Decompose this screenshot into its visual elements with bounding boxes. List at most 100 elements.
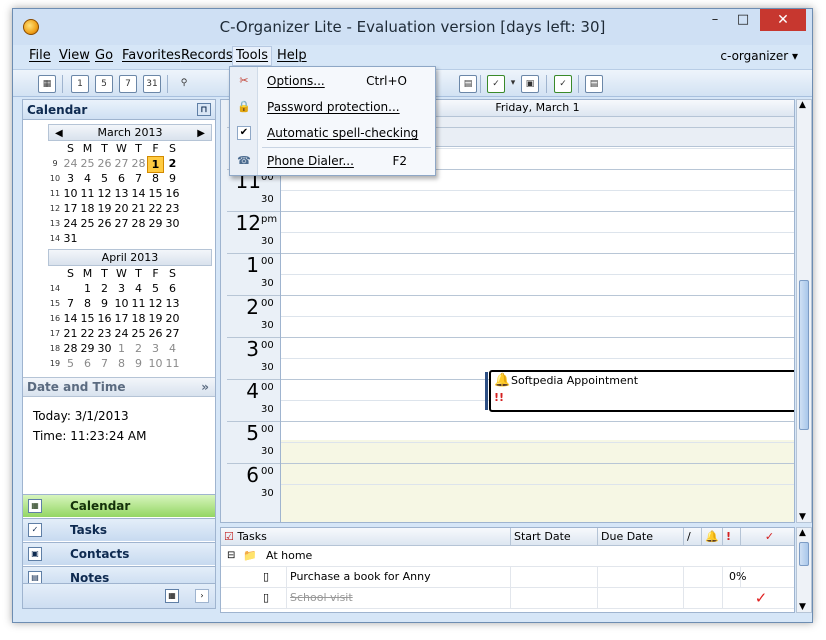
day-cell[interactable]: 13	[113, 186, 130, 201]
day-cell[interactable]: 10	[113, 296, 130, 311]
col-progress[interactable]: /	[684, 528, 702, 546]
task-completed-check-icon[interactable]: ✓	[723, 588, 794, 609]
col-start-date[interactable]: Start Date	[511, 528, 598, 546]
print-preview-icon[interactable]: ▤	[585, 75, 603, 93]
nav-calendar-button[interactable]: ▦ Calendar	[23, 494, 215, 517]
day-cell[interactable]: 29	[147, 216, 164, 231]
nav-contacts-button[interactable]: ▣ Contacts	[23, 542, 215, 565]
scroll-up-icon[interactable]: ▲	[799, 528, 806, 538]
day-cell[interactable]: 12	[147, 296, 164, 311]
month-view-icon[interactable]: 31	[143, 75, 161, 93]
table-row[interactable]: ▯ Purchase a book for Anny 0%	[221, 567, 794, 588]
menu-item-phone-dialer[interactable]: ☎ Phone Dialer... F2	[230, 149, 435, 173]
week-number[interactable]: 14	[48, 231, 62, 246]
day-cell[interactable]: 17	[62, 201, 79, 216]
day-cell[interactable]: 21	[62, 326, 79, 341]
day-cell[interactable]: 28	[62, 341, 79, 356]
pin-icon[interactable]: ⊓	[197, 103, 211, 116]
day-cell[interactable]: 2	[130, 341, 147, 356]
day-cell[interactable]: 27	[113, 216, 130, 231]
day-cell[interactable]: 19	[147, 311, 164, 326]
table-row[interactable]: ▯ School visit ✓	[221, 588, 794, 609]
day-cell[interactable]: 7	[96, 356, 113, 371]
new-task-icon[interactable]: ✓	[487, 75, 505, 93]
day-cell[interactable]: 30	[164, 216, 181, 231]
calendar-settings-icon[interactable]: ▦	[165, 589, 179, 603]
week-number[interactable]: 11	[48, 186, 62, 201]
day-cell[interactable]: 11	[79, 186, 96, 201]
time-slot[interactable]	[281, 253, 794, 274]
time-slot[interactable]	[281, 484, 794, 505]
day-cell[interactable]: 9	[130, 356, 147, 371]
day-cell[interactable]: 11	[130, 296, 147, 311]
menu-file[interactable]: File	[29, 48, 51, 63]
day-cell[interactable]: 26	[147, 326, 164, 341]
day-cell[interactable]: 13	[164, 296, 181, 311]
close-button[interactable]: ✕	[760, 9, 806, 31]
scroll-down-icon[interactable]: ▼	[799, 512, 806, 522]
time-slot[interactable]	[281, 421, 794, 442]
day-view-scrollbar[interactable]: ▲ ▼	[796, 99, 812, 523]
day-cell[interactable]: 16	[164, 186, 181, 201]
time-slot[interactable]	[281, 295, 794, 316]
calendar-view-icon[interactable]: ▦	[38, 75, 56, 93]
time-slot[interactable]	[281, 337, 794, 358]
menu-item-options[interactable]: ✂ Options... Ctrl+O	[230, 69, 435, 93]
col-tasks[interactable]: ☑ Tasks	[221, 528, 511, 546]
day-cell[interactable]: 12	[96, 186, 113, 201]
prev-month-arrow-icon[interactable]: ◀	[55, 126, 63, 141]
day-cell[interactable]: 14	[62, 311, 79, 326]
week-number[interactable]: 12	[48, 201, 62, 216]
scroll-down-icon[interactable]: ▼	[799, 602, 806, 612]
day-cell[interactable]: 6	[164, 281, 181, 296]
next-month-arrow-icon[interactable]: ▶	[197, 126, 205, 141]
task-group-row[interactable]: ⊟ 📁 At home	[221, 546, 794, 567]
week-number[interactable]: 15	[48, 296, 62, 311]
day-cell[interactable]: 8	[113, 356, 130, 371]
profile-selector[interactable]: c-organizer ▾	[720, 49, 798, 63]
menu-item-spell-checking[interactable]: ✔ Automatic spell-checking	[230, 121, 435, 145]
col-reminder[interactable]: 🔔	[702, 528, 723, 546]
day-cell[interactable]: 16	[96, 311, 113, 326]
chevron-right-icon[interactable]: ›	[195, 589, 209, 603]
day-cell[interactable]: 25	[79, 216, 96, 231]
day-cell[interactable]: 28	[130, 216, 147, 231]
time-slot[interactable]	[281, 442, 794, 463]
day-cell[interactable]: 3	[113, 281, 130, 296]
menu-favorites[interactable]: Favorites	[122, 48, 181, 63]
menu-tools[interactable]: Tools	[232, 46, 273, 66]
week-number[interactable]: 10	[48, 171, 62, 186]
new-note-icon[interactable]: ▤	[459, 75, 477, 93]
maximize-button[interactable]: □	[728, 9, 758, 31]
day-cell[interactable]: 10	[147, 356, 164, 371]
menu-records[interactable]: Records	[181, 48, 233, 63]
week-number[interactable]: 18	[48, 341, 62, 356]
export-icon[interactable]: ✓	[554, 75, 572, 93]
day-cell[interactable]: 9	[164, 171, 181, 186]
week-number[interactable]: 17	[48, 326, 62, 341]
contact-card-icon[interactable]: ▣	[521, 75, 539, 93]
day-cell[interactable]: 6	[113, 171, 130, 186]
day-cell[interactable]: 23	[164, 201, 181, 216]
day-cell[interactable]: 8	[147, 171, 164, 186]
day-cell[interactable]: 21	[130, 201, 147, 216]
week-number[interactable]: 19	[48, 356, 62, 371]
menu-item-password-protection[interactable]: 🔒 Password protection...	[230, 95, 435, 119]
chevron-down-icon[interactable]: ▾	[508, 75, 518, 93]
week-number[interactable]: 16	[48, 311, 62, 326]
appointment-softpedia[interactable]: 🔔 Softpedia Appointment !!	[489, 370, 794, 412]
menu-go[interactable]: Go	[95, 48, 113, 63]
tasks-scrollbar[interactable]: ▲ ▼	[796, 527, 812, 613]
day-cell[interactable]: 4	[130, 281, 147, 296]
day-cell[interactable]: 22	[147, 201, 164, 216]
day-cell[interactable]: 18	[130, 311, 147, 326]
day-cell[interactable]: 7	[62, 296, 79, 311]
time-slot[interactable]	[281, 232, 794, 253]
day-cell[interactable]: 1	[113, 341, 130, 356]
day-cell[interactable]: 23	[96, 326, 113, 341]
day-cell[interactable]: 10	[62, 186, 79, 201]
col-completed[interactable]: ✓	[741, 528, 794, 546]
day-cell[interactable]: 24	[62, 216, 79, 231]
day-cell[interactable]: 15	[147, 186, 164, 201]
col-due-date[interactable]: Due Date	[598, 528, 684, 546]
